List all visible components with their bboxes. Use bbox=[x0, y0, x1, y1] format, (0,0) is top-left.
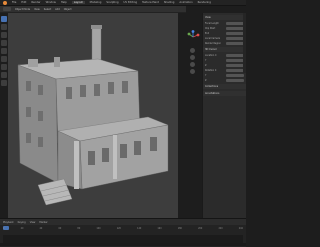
pillar-middle bbox=[113, 135, 117, 179]
pan-icon[interactable] bbox=[190, 55, 195, 60]
sidebar-tabs[interactable] bbox=[243, 13, 246, 73]
measure-icon[interactable] bbox=[1, 72, 7, 78]
tool-shelf bbox=[1, 16, 7, 112]
main-wall-left bbox=[17, 64, 59, 184]
3d-viewport[interactable] bbox=[8, 13, 178, 218]
viewport-navigation bbox=[190, 48, 196, 74]
camera-view-icon[interactable] bbox=[190, 62, 195, 67]
pillar-left bbox=[74, 141, 79, 189]
timeline-track[interactable] bbox=[3, 235, 243, 243]
mode-dropdown[interactable]: Object Mode bbox=[15, 8, 30, 11]
navigation-gizmo[interactable] bbox=[186, 30, 200, 44]
workspace-tab-layout[interactable]: Layout bbox=[71, 1, 85, 4]
workspace-tab-animation[interactable]: Animation bbox=[179, 1, 192, 4]
zoom-icon[interactable] bbox=[190, 48, 195, 53]
scale-icon[interactable] bbox=[1, 48, 7, 54]
roof-box bbox=[28, 59, 38, 67]
local-camera-field[interactable] bbox=[226, 36, 244, 40]
workspace-tab-rendering[interactable]: Rendering bbox=[198, 1, 211, 4]
menu-window[interactable]: Window bbox=[46, 1, 56, 4]
cursor-rotation-y[interactable] bbox=[226, 73, 244, 77]
np-section-annotations[interactable]: Annotations bbox=[203, 91, 246, 96]
select-menu[interactable]: Select bbox=[44, 8, 51, 11]
cursor-icon[interactable] bbox=[1, 24, 7, 30]
add-cube-icon[interactable] bbox=[1, 80, 7, 86]
menu-edit[interactable]: Edit bbox=[21, 1, 26, 4]
keying-menu[interactable]: Keying bbox=[18, 221, 26, 224]
perspective-toggle-icon[interactable] bbox=[190, 69, 195, 74]
select-icon[interactable] bbox=[1, 16, 7, 22]
blender-logo-icon[interactable] bbox=[3, 0, 7, 5]
menu-file[interactable]: File bbox=[12, 1, 16, 4]
frame-ruler: 0 20 40 60 80 100 120 140 160 180 200 220 240 bbox=[3, 227, 243, 230]
np-section-collections[interactable]: Collections bbox=[203, 84, 246, 89]
np-section-3d-cursor[interactable]: 3D Cursor bbox=[203, 47, 246, 52]
building-model bbox=[17, 25, 169, 206]
view-menu[interactable]: View bbox=[34, 8, 40, 11]
viewport-header: Object Mode View Select Add Object bbox=[0, 6, 186, 13]
cursor-location-y[interactable] bbox=[226, 58, 244, 62]
workspace-tab-shading[interactable]: Shading bbox=[164, 1, 175, 4]
rotate-icon[interactable] bbox=[1, 40, 7, 46]
view-menu-timeline[interactable]: View bbox=[30, 221, 36, 224]
object-menu[interactable]: Object bbox=[64, 8, 72, 11]
move-icon[interactable] bbox=[1, 32, 7, 38]
workspace-tab-texture[interactable]: Texture Paint bbox=[142, 1, 159, 4]
clip-end-field[interactable] bbox=[226, 31, 244, 35]
marker-menu[interactable]: Marker bbox=[39, 221, 47, 224]
menu-help[interactable]: Help bbox=[61, 1, 67, 4]
clip-start-field[interactable] bbox=[226, 26, 244, 30]
sidebar-n-panel: View Focal Length Clip Start End Local C… bbox=[202, 13, 246, 218]
cursor-rotation-x[interactable] bbox=[226, 68, 244, 72]
annotate-icon[interactable] bbox=[1, 64, 7, 70]
cursor-rotation-z[interactable] bbox=[226, 78, 244, 82]
roof-vent bbox=[54, 57, 60, 67]
editor-type-button[interactable] bbox=[3, 7, 11, 11]
focal-length-field[interactable] bbox=[226, 21, 244, 25]
playback-menu[interactable]: Playback bbox=[3, 221, 14, 224]
render-region-toggle[interactable] bbox=[226, 41, 244, 45]
add-menu[interactable]: Add bbox=[55, 8, 60, 11]
np-section-view[interactable]: View bbox=[203, 15, 246, 20]
workspace-tab-modeling[interactable]: Modeling bbox=[90, 1, 102, 4]
workspace-tab-sculpting[interactable]: Sculpting bbox=[106, 1, 118, 4]
chimney-cap bbox=[91, 25, 102, 29]
workspace-tab-uv[interactable]: UV Editing bbox=[124, 1, 138, 4]
cursor-location-z[interactable] bbox=[226, 63, 244, 67]
cursor-location-x[interactable] bbox=[226, 53, 244, 57]
transform-icon[interactable] bbox=[1, 56, 7, 62]
menu-render[interactable]: Render bbox=[31, 1, 40, 4]
timeline-header: Playback Keying View Marker bbox=[0, 219, 246, 225]
